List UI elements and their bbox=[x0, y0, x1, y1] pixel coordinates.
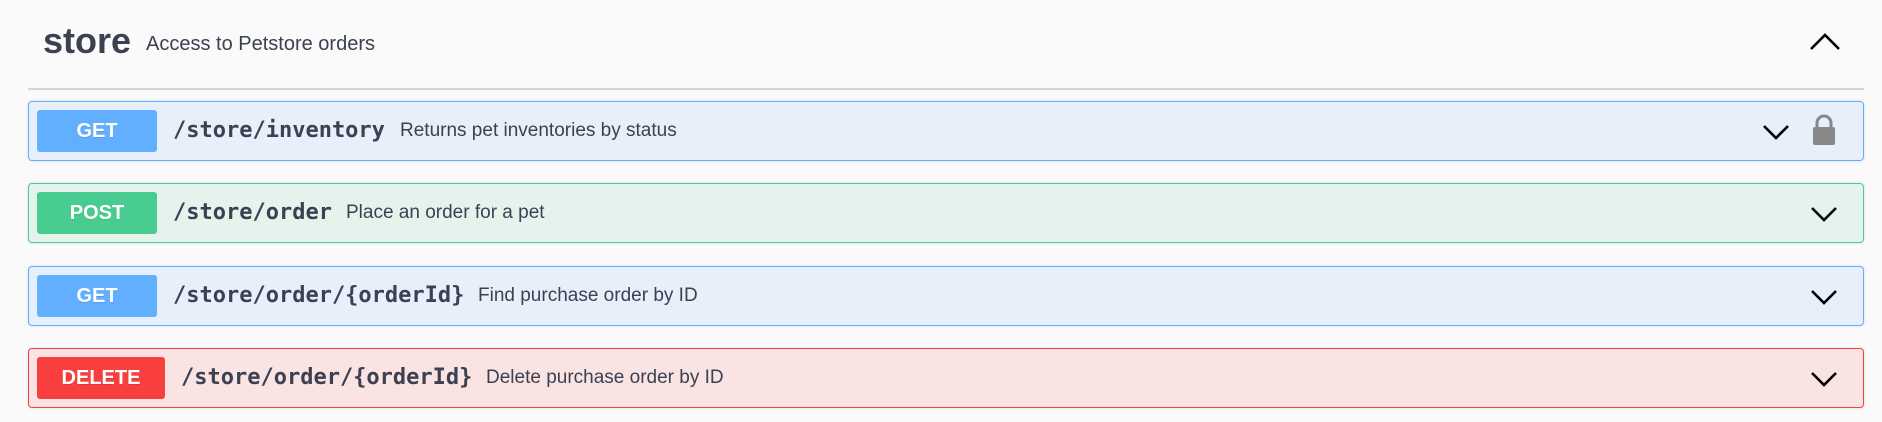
chevron-down-icon[interactable] bbox=[1809, 283, 1839, 309]
store-section: store Access to Petstore orders GET /sto… bbox=[28, 0, 1864, 408]
operation-path: /store/order/{orderId} bbox=[181, 365, 473, 390]
tag-name[interactable]: store bbox=[43, 20, 131, 62]
operation-summary: Returns pet inventories by status bbox=[400, 120, 677, 141]
operation-post-store-order[interactable]: POST /store/order Place an order for a p… bbox=[28, 183, 1864, 243]
operation-get-store-inventory[interactable]: GET /store/inventory Returns pet invento… bbox=[28, 101, 1864, 161]
method-badge: GET bbox=[37, 275, 157, 317]
operation-path: /store/inventory bbox=[173, 118, 385, 143]
tag-description: Access to Petstore orders bbox=[146, 33, 375, 55]
lock-icon[interactable] bbox=[1811, 114, 1837, 146]
chevron-up-icon[interactable] bbox=[1808, 28, 1842, 56]
operation-delete-store-order-by-id[interactable]: DELETE /store/order/{orderId} Delete pur… bbox=[28, 348, 1864, 408]
operation-path: /store/order/{orderId} bbox=[173, 283, 465, 308]
tag-header[interactable]: store Access to Petstore orders bbox=[28, 0, 1864, 90]
method-badge: GET bbox=[37, 110, 157, 152]
operation-summary: Delete purchase order by ID bbox=[486, 367, 724, 388]
method-badge: POST bbox=[37, 192, 157, 234]
operation-summary: Place an order for a pet bbox=[346, 202, 545, 223]
chevron-down-icon[interactable] bbox=[1761, 118, 1791, 144]
method-badge: DELETE bbox=[37, 357, 165, 399]
operation-summary: Find purchase order by ID bbox=[478, 285, 698, 306]
operation-get-store-order-by-id[interactable]: GET /store/order/{orderId} Find purchase… bbox=[28, 266, 1864, 326]
chevron-down-icon[interactable] bbox=[1809, 200, 1839, 226]
operation-path: /store/order bbox=[173, 200, 332, 225]
chevron-down-icon[interactable] bbox=[1809, 365, 1839, 391]
